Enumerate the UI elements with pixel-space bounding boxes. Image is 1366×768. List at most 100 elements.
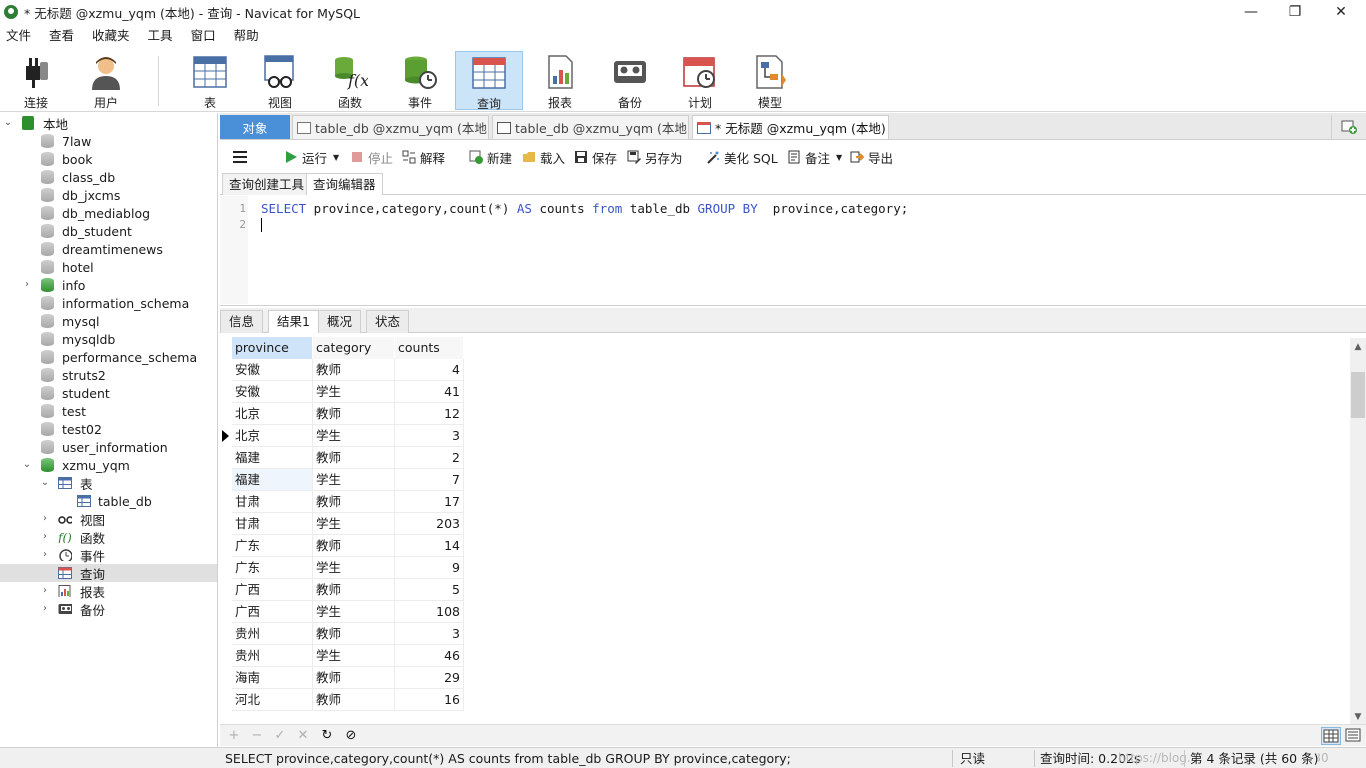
minimize-button[interactable]: —	[1228, 0, 1274, 24]
grid-cell-province[interactable]: 安徽	[232, 359, 313, 381]
grid-cell-province[interactable]: 广东	[232, 535, 313, 557]
chevron-down-icon[interactable]: ⌄	[22, 460, 32, 470]
query-button[interactable]: 查询	[455, 51, 523, 111]
grid-cell-counts[interactable]: 16	[395, 689, 464, 711]
chevron-right-icon[interactable]: ›	[40, 514, 50, 524]
scroll-up-icon[interactable]: ▲	[1350, 340, 1366, 354]
form-view-button[interactable]	[1344, 727, 1364, 745]
chevron-right-icon[interactable]: ›	[22, 280, 32, 290]
column-header-category[interactable]: category	[313, 337, 394, 359]
chevron-down-icon[interactable]: ▼	[836, 153, 842, 162]
menu-file[interactable]: 文件	[0, 26, 40, 46]
grid-cell-province[interactable]: 甘肃	[232, 513, 313, 535]
tab-query-builder[interactable]: 查询创建工具	[222, 173, 312, 195]
close-button[interactable]: ✕	[1318, 0, 1364, 24]
grid-cell-province[interactable]: 福建	[232, 469, 313, 491]
tree-db-mysqldb[interactable]: mysqldb	[0, 330, 217, 348]
model-button[interactable]: 模型	[736, 51, 804, 110]
tree-item-table-db[interactable]: table_db	[0, 492, 217, 510]
menu-view[interactable]: 查看	[40, 26, 83, 46]
grid-cell-category[interactable]: 学生	[313, 381, 395, 403]
grid-view-button[interactable]	[1321, 727, 1341, 745]
grid-cell-category[interactable]: 教师	[313, 359, 395, 381]
tree-node-tables[interactable]: ⌄ 表	[0, 474, 217, 492]
grid-cell-province[interactable]: 广东	[232, 557, 313, 579]
save-as-button[interactable]: 另存为	[627, 149, 683, 166]
run-button[interactable]: 运行 ▼	[284, 149, 339, 166]
tab-untitled-query[interactable]: * 无标题 @xzmu_yqm (本地) ...	[692, 115, 889, 139]
tree-db-performance-schema[interactable]: performance_schema	[0, 348, 217, 366]
tree-db-hotel[interactable]: hotel	[0, 258, 217, 276]
grid-cell-province[interactable]: 北京	[232, 403, 313, 425]
grid-cell-category[interactable]: 教师	[313, 535, 395, 557]
tree-db-book[interactable]: book	[0, 150, 217, 168]
tree-node-queries[interactable]: 查询	[0, 564, 217, 582]
grid-cell-province[interactable]: 北京	[232, 425, 313, 447]
tab-info[interactable]: 信息	[220, 310, 264, 333]
schedule-button[interactable]: 计划	[666, 51, 734, 110]
tree-db-test02[interactable]: test02	[0, 420, 217, 438]
tree-db-student[interactable]: student	[0, 384, 217, 402]
tree-node-functions[interactable]: › f() 函数	[0, 528, 217, 546]
tab-table-db-2[interactable]: table_db @xzmu_yqm (本地)...	[492, 115, 689, 139]
explain-button[interactable]: 解释	[402, 149, 445, 166]
export-button[interactable]: 导出	[850, 149, 893, 166]
tree-db-db-jxcms[interactable]: db_jxcms	[0, 186, 217, 204]
grid-cell-counts[interactable]: 9	[395, 557, 464, 579]
grid-cell-category[interactable]: 教师	[313, 579, 395, 601]
new-tab-button[interactable]	[1331, 115, 1365, 139]
menu-favorites[interactable]: 收藏夹	[83, 26, 139, 46]
tree-node-backups[interactable]: › 备份	[0, 600, 217, 618]
sql-editor[interactable]: 1 2 SELECT province,category,count(*) AS…	[220, 196, 1366, 306]
function-button[interactable]: f(x) 函数	[316, 51, 384, 110]
grid-cell-category[interactable]: 学生	[313, 557, 395, 579]
tree-db-information-schema[interactable]: information_schema	[0, 294, 217, 312]
tree-node-events[interactable]: › 事件	[0, 546, 217, 564]
grid-cell-category[interactable]: 学生	[313, 645, 395, 667]
tree-db-class-db[interactable]: class_db	[0, 168, 217, 186]
scrollbar-thumb[interactable]	[1351, 372, 1365, 418]
chevron-right-icon[interactable]: ›	[40, 604, 50, 614]
grid-cell-category[interactable]: 教师	[313, 447, 395, 469]
connect-button[interactable]: 连接	[2, 51, 70, 110]
view-button[interactable]: 视图	[246, 51, 314, 110]
hamburger-menu-button[interactable]	[232, 149, 248, 165]
chevron-right-icon[interactable]: ›	[40, 550, 50, 560]
grid-cell-category[interactable]: 教师	[313, 667, 395, 689]
delete-record-button[interactable]: −	[249, 728, 265, 744]
backup-button[interactable]: 备份	[596, 51, 664, 110]
tree-db-db-mediablog[interactable]: db_mediablog	[0, 204, 217, 222]
grid-cell-counts[interactable]: 3	[395, 425, 464, 447]
tree-db-info[interactable]: › info	[0, 276, 217, 294]
grid-cell-province[interactable]: 海南	[232, 667, 313, 689]
tree-db-xzmu-yqm[interactable]: ⌄ xzmu_yqm	[0, 456, 217, 474]
chevron-down-icon[interactable]: ▼	[333, 153, 339, 162]
event-button[interactable]: 事件	[386, 51, 454, 110]
grid-cell-category[interactable]: 教师	[313, 623, 395, 645]
tree-db-db-student[interactable]: db_student	[0, 222, 217, 240]
tree-connection-local[interactable]: ⌄ 本地	[0, 114, 217, 132]
menu-help[interactable]: 帮助	[225, 26, 268, 46]
grid-cell-category[interactable]: 教师	[313, 403, 395, 425]
chevron-right-icon[interactable]: ›	[40, 586, 50, 596]
beautify-sql-button[interactable]: 美化 SQL	[706, 149, 778, 166]
grid-cell-counts[interactable]: 5	[395, 579, 464, 601]
tree-db-dreamtimenews[interactable]: dreamtimenews	[0, 240, 217, 258]
grid-cell-province[interactable]: 河北	[232, 689, 313, 711]
tab-table-db-1[interactable]: table_db @xzmu_yqm (本地)...	[292, 115, 489, 139]
grid-cell-category[interactable]: 学生	[313, 425, 395, 447]
tab-query-editor[interactable]: 查询编辑器	[306, 173, 383, 195]
refresh-button[interactable]: ↻	[319, 728, 335, 744]
grid-cell-province[interactable]: 贵州	[232, 623, 313, 645]
new-query-button[interactable]: 新建	[469, 149, 512, 166]
user-button[interactable]: 用户	[72, 51, 140, 110]
menu-tools[interactable]: 工具	[139, 26, 182, 46]
grid-cell-category[interactable]: 教师	[313, 491, 395, 513]
menu-window[interactable]: 窗口	[182, 26, 225, 46]
tree-node-reports[interactable]: › 报表	[0, 582, 217, 600]
table-button[interactable]: 表	[176, 51, 244, 110]
grid-cell-province[interactable]: 贵州	[232, 645, 313, 667]
tab-result1[interactable]: 结果1	[268, 310, 319, 333]
tab-overview[interactable]: 概况	[318, 310, 362, 333]
tree-db-struts2[interactable]: struts2	[0, 366, 217, 384]
